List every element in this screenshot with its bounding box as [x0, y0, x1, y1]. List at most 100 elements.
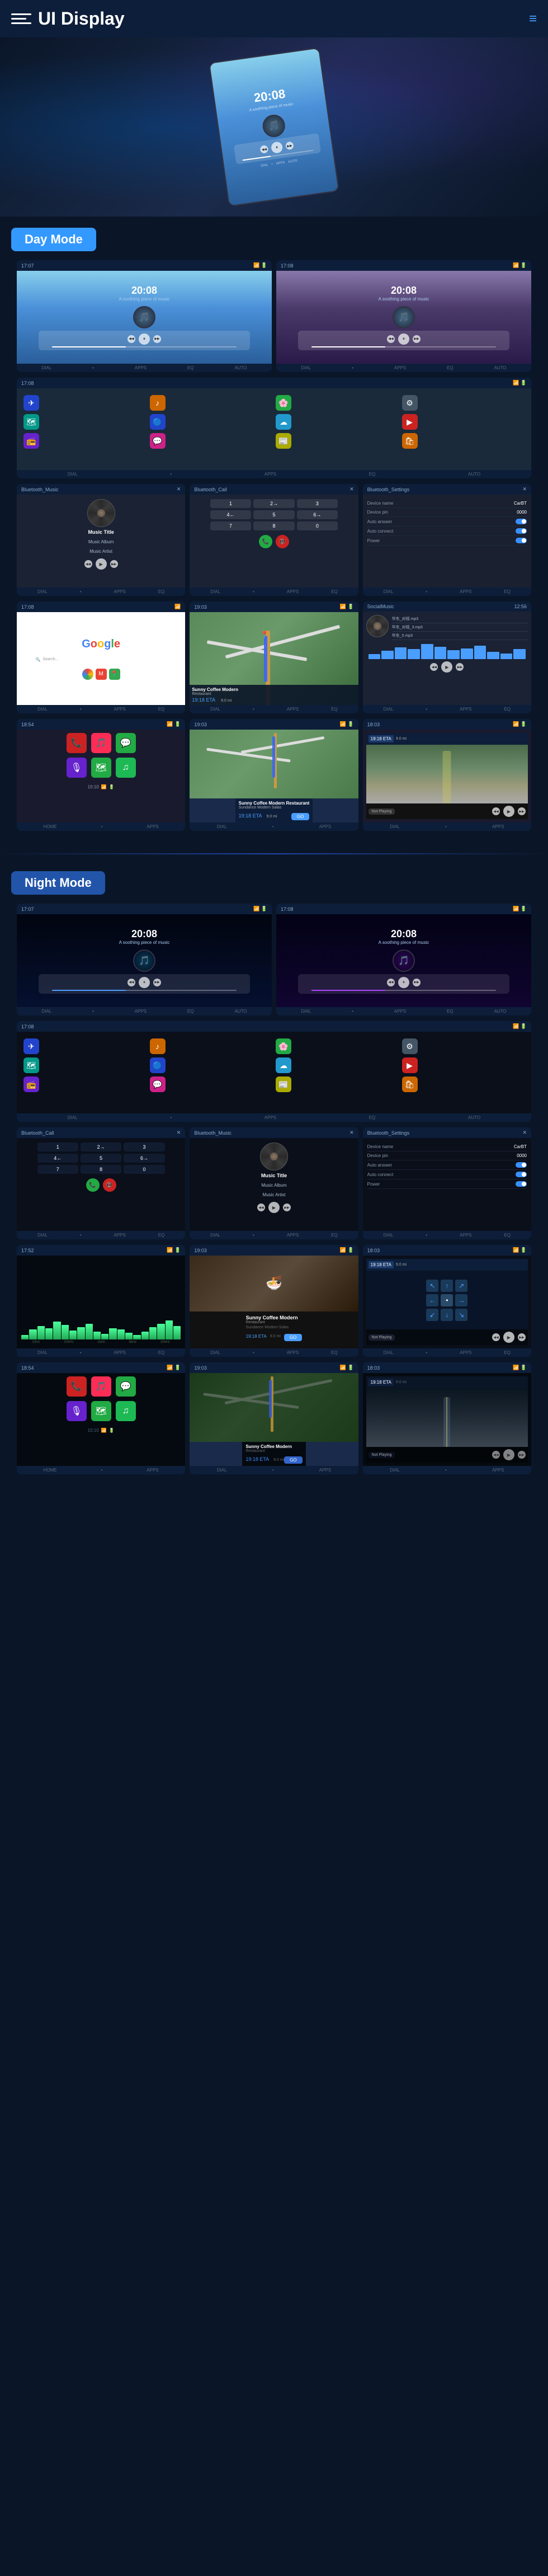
cp-music[interactable]: 🎵: [91, 733, 111, 753]
ns2-play[interactable]: ⏸: [398, 977, 409, 988]
ndial-5[interactable]: 5: [81, 1154, 121, 1163]
app-telegram[interactable]: ✈: [23, 395, 39, 411]
sm-track-3[interactable]: 华东_0.mp3: [392, 632, 528, 640]
btm-play[interactable]: ▶: [96, 558, 107, 570]
ncp-music[interactable]: 🎵: [91, 1376, 111, 1397]
call-button[interactable]: 📞: [259, 535, 272, 548]
ntn-next[interactable]: ▶▶: [518, 1333, 526, 1341]
ss1-next[interactable]: ▶▶: [153, 335, 161, 343]
bts-pw-toggle[interactable]: [516, 538, 527, 543]
np-prev[interactable]: ◀◀: [492, 807, 500, 815]
app-radio[interactable]: 📻: [23, 433, 39, 449]
n-app-news[interactable]: 📰: [276, 1077, 291, 1092]
next-button[interactable]: ▶▶: [285, 142, 294, 151]
ncall-button[interactable]: 📞: [86, 1178, 100, 1192]
n-app-store[interactable]: 🛍: [402, 1077, 418, 1092]
sm-next[interactable]: ▶▶: [456, 663, 464, 671]
ndial-7[interactable]: 7: [37, 1165, 78, 1174]
ndial-6[interactable]: 6→: [124, 1154, 164, 1163]
app-music[interactable]: ♪: [150, 395, 166, 411]
app-bt[interactable]: 🔵: [150, 414, 166, 430]
sm-play[interactable]: ▶: [441, 661, 452, 673]
btm-next[interactable]: ▶▶: [110, 560, 118, 568]
n-app-photos[interactable]: 🌸: [276, 1038, 291, 1054]
ns1-prev[interactable]: ◀◀: [127, 979, 135, 986]
n-app-social[interactable]: 💬: [150, 1077, 166, 1092]
nhangup-button[interactable]: 📵: [103, 1178, 116, 1192]
n-app-video[interactable]: ▶: [402, 1057, 418, 1073]
nrnp-prev[interactable]: ◀◀: [492, 1451, 500, 1459]
hangup-button[interactable]: 📵: [276, 535, 289, 548]
nbts-ac-toggle[interactable]: [516, 1172, 527, 1177]
ns1-next[interactable]: ▶▶: [153, 979, 161, 986]
n-app-weather[interactable]: ☁: [276, 1057, 291, 1073]
cp-spotify[interactable]: ♫: [116, 758, 136, 778]
maps-icon[interactable]: 📍: [109, 669, 120, 680]
nrnp-next[interactable]: ▶▶: [518, 1451, 526, 1459]
ss1-play[interactable]: ⏸: [139, 333, 150, 345]
ns2-next[interactable]: ▶▶: [413, 979, 421, 986]
ndial-0[interactable]: 0: [124, 1165, 164, 1174]
np-play[interactable]: ▶: [503, 806, 514, 817]
ntn-prev[interactable]: ◀◀: [492, 1333, 500, 1341]
app-weather[interactable]: ☁: [276, 414, 291, 430]
dial-8[interactable]: 8: [253, 521, 294, 530]
ns2-prev[interactable]: ◀◀: [387, 979, 395, 986]
n-app-telegram[interactable]: ✈: [23, 1038, 39, 1054]
app-store[interactable]: 🛍: [402, 433, 418, 449]
nbtm-next[interactable]: ▶▶: [283, 1204, 291, 1211]
ndial-1[interactable]: 1: [37, 1143, 78, 1151]
dial-7[interactable]: 7: [210, 521, 251, 530]
ss1-prev[interactable]: ◀◀: [127, 335, 135, 343]
bts-aa-toggle[interactable]: [516, 519, 527, 524]
dial-3[interactable]: 3: [297, 499, 338, 508]
ncp-phone[interactable]: 📞: [67, 1376, 87, 1397]
ndial-8[interactable]: 8: [81, 1165, 121, 1174]
btm-prev[interactable]: ◀◀: [84, 560, 92, 568]
bts-ac-toggle[interactable]: [516, 528, 527, 534]
cp-phone[interactable]: 📞: [67, 733, 87, 753]
dial-1[interactable]: 1: [210, 499, 251, 508]
ncp-podcasts[interactable]: 🎙: [67, 1401, 87, 1421]
nrnp-play[interactable]: ▶: [503, 1449, 514, 1460]
prev-button[interactable]: ◀◀: [259, 145, 268, 154]
app-photos[interactable]: 🌸: [276, 395, 291, 411]
cp-messages[interactable]: 💬: [116, 733, 136, 753]
app-news[interactable]: 📰: [276, 433, 291, 449]
sm-track-1[interactable]: 华东_对视.mp3: [392, 615, 528, 623]
sm-track-2[interactable]: 华东_对视_3.mp3: [392, 623, 528, 632]
ndial-4[interactable]: 4←: [37, 1154, 78, 1163]
dial-0[interactable]: 0: [297, 521, 338, 530]
n-app-radio[interactable]: 📻: [23, 1077, 39, 1092]
dial-5[interactable]: 5: [253, 510, 294, 519]
gmail-icon[interactable]: M: [96, 669, 107, 680]
n-app-music[interactable]: ♪: [150, 1038, 166, 1054]
nbts-aa-toggle[interactable]: [516, 1162, 527, 1168]
np-next[interactable]: ▶▶: [518, 807, 526, 815]
ncp-messages[interactable]: 💬: [116, 1376, 136, 1397]
n-app-settings[interactable]: ⚙: [402, 1038, 418, 1054]
ns1-play[interactable]: ⏸: [139, 977, 150, 988]
nbtm-prev[interactable]: ◀◀: [257, 1204, 265, 1211]
dial-6[interactable]: 6→: [297, 510, 338, 519]
go-button[interactable]: GO: [291, 813, 309, 820]
cp-maps[interactable]: 🗺: [91, 758, 111, 778]
n-app-maps[interactable]: 🗺: [23, 1057, 39, 1073]
n-app-bt[interactable]: 🔵: [150, 1057, 166, 1073]
cp-podcasts[interactable]: 🎙: [67, 758, 87, 778]
nfood-go-button[interactable]: GO: [284, 1334, 302, 1341]
ncp-spotify[interactable]: ♫: [116, 1401, 136, 1421]
app-social[interactable]: 💬: [150, 433, 166, 449]
ntn-play[interactable]: ▶: [503, 1332, 514, 1343]
sm-prev[interactable]: ◀◀: [430, 663, 438, 671]
menu-button[interactable]: [11, 9, 31, 29]
ncp-maps[interactable]: 🗺: [91, 1401, 111, 1421]
chrome-icon[interactable]: [82, 669, 93, 680]
nbts-pw-toggle[interactable]: [516, 1181, 527, 1187]
ss2-play[interactable]: ⏸: [398, 333, 409, 345]
dial-4[interactable]: 4←: [210, 510, 251, 519]
nbtm-play[interactable]: ▶: [268, 1202, 280, 1213]
nnm-go-button[interactable]: GO: [284, 1456, 302, 1464]
google-search-bar[interactable]: 🔍 Search...: [32, 655, 170, 664]
ss2-next[interactable]: ▶▶: [413, 335, 421, 343]
